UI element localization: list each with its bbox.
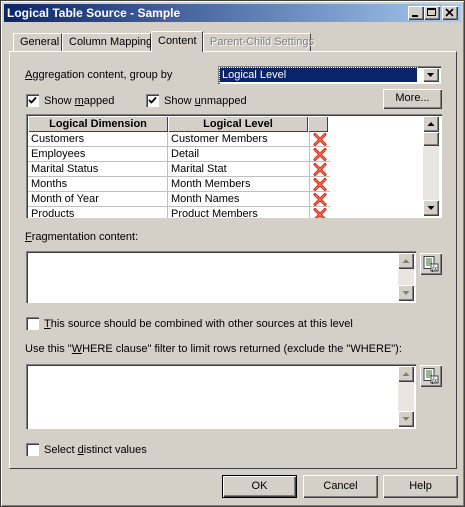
red-x-delete-icon (313, 148, 327, 161)
close-icon (445, 8, 454, 17)
table-row[interactable]: Employees Detail (28, 147, 330, 162)
delete-row-button[interactable] (310, 162, 330, 177)
aggregation-dropdown[interactable]: Logical Level (218, 66, 441, 84)
cancel-button[interactable]: Cancel (303, 475, 378, 498)
scroll-thumb[interactable] (423, 132, 439, 146)
more-button[interactable]: More... (383, 89, 442, 109)
delete-row-button[interactable] (310, 147, 330, 162)
tab-content[interactable]: Content (151, 31, 203, 52)
combine-sources-label: This source should be combined with othe… (44, 318, 353, 330)
cell-logical-level[interactable]: Month Names (168, 192, 310, 207)
arrow-down-icon (402, 417, 410, 421)
scroll-up-button[interactable] (398, 253, 414, 269)
where-clause-label: Use this "WHERE clause" filter to limit … (25, 343, 402, 355)
where-clause-textarea[interactable] (26, 364, 416, 429)
arrow-up-icon (427, 122, 435, 126)
tab-content-label: Content (158, 35, 197, 47)
arrow-up-icon (402, 372, 410, 376)
maximize-button[interactable] (424, 6, 440, 20)
help-button[interactable]: Help (383, 475, 458, 498)
select-distinct-label: Select distinct values (44, 444, 147, 456)
checkmark-icon (28, 96, 37, 104)
fragmentation-scrollbar[interactable] (398, 253, 414, 301)
tab-column-mapping-label: Column Mapping (69, 36, 153, 48)
fragmentation-expression-builder-button[interactable]: fx (420, 253, 442, 275)
level-mapping-grid: Logical Dimension Logical Level Customer… (26, 114, 442, 218)
cell-logical-dimension[interactable]: Marital Status (28, 162, 168, 177)
cell-logical-level[interactable]: Marital Stat (168, 162, 310, 177)
cell-logical-level[interactable]: Detail (168, 147, 310, 162)
show-mapped-checkbox[interactable] (26, 94, 39, 107)
cell-logical-level[interactable]: Product Members (168, 207, 310, 218)
show-unmapped-label: Show unmapped (164, 95, 247, 107)
minimize-icon (412, 15, 418, 17)
delete-row-button[interactable] (310, 132, 330, 147)
cell-logical-dimension[interactable]: Months (28, 177, 168, 192)
scroll-down-button[interactable] (398, 411, 414, 427)
column-header-logical-level[interactable]: Logical Level (168, 116, 308, 132)
combine-sources-checkbox[interactable] (26, 317, 39, 330)
table-row[interactable]: Months Month Members (28, 177, 330, 192)
select-distinct-checkbox[interactable] (26, 443, 39, 456)
arrow-up-icon (402, 259, 410, 263)
column-header-action (308, 116, 328, 132)
table-row[interactable]: Customers Customer Members (28, 132, 330, 147)
cell-logical-dimension[interactable]: Month of Year (28, 192, 168, 207)
where-expression-builder-button[interactable]: fx (420, 365, 442, 387)
fragmentation-label: Fragmentation content: (25, 231, 139, 243)
show-mapped-label: Show mapped (44, 95, 115, 107)
delete-row-button[interactable] (310, 207, 330, 218)
scroll-up-button[interactable] (423, 116, 439, 132)
fragmentation-textarea[interactable] (26, 251, 416, 303)
dialog-window: Logical Table Source - Sample General Co… (0, 0, 465, 507)
where-clause-scrollbar[interactable] (398, 366, 414, 427)
scroll-down-button[interactable] (398, 285, 414, 301)
cell-logical-dimension[interactable]: Products (28, 207, 168, 218)
column-header-logical-dimension[interactable]: Logical Dimension (28, 116, 168, 132)
tab-parent-child-settings: Parent-Child Settings (203, 33, 314, 51)
cell-logical-level[interactable]: Customer Members (168, 132, 310, 147)
red-x-delete-icon (313, 193, 327, 206)
table-row[interactable]: Products Product Members (28, 207, 330, 218)
aggregation-selected-value: Logical Level (219, 67, 418, 83)
svg-text:fx: fx (432, 265, 438, 273)
tab-general-label: General (20, 36, 60, 48)
tab-general[interactable]: General (13, 33, 62, 51)
arrow-down-icon (402, 291, 410, 295)
delete-row-button[interactable] (310, 177, 330, 192)
minimize-button[interactable] (408, 6, 424, 20)
window-title: Logical Table Source - Sample (7, 6, 181, 20)
checkmark-icon (148, 96, 157, 104)
table-row[interactable]: Month of Year Month Names (28, 192, 330, 207)
expression-builder-icon: fx (423, 256, 439, 272)
cell-logical-level[interactable]: Month Members (168, 177, 310, 192)
close-button[interactable] (442, 6, 458, 20)
aggregation-label: Aggregation content, group by (25, 69, 173, 81)
red-x-delete-icon (313, 163, 327, 176)
ok-button[interactable]: OK (222, 475, 297, 498)
chevron-down-icon (427, 73, 434, 77)
scroll-up-button[interactable] (398, 366, 414, 382)
grid-header: Logical Dimension Logical Level (28, 116, 424, 132)
red-x-delete-icon (313, 178, 327, 191)
table-row[interactable]: Marital Status Marital Stat (28, 162, 330, 177)
dropdown-button[interactable] (423, 68, 439, 82)
tab-parent-child-label: Parent-Child Settings (210, 36, 314, 48)
red-x-delete-icon (313, 208, 327, 218)
grid-vertical-scrollbar[interactable] (423, 116, 439, 216)
maximize-icon (427, 8, 436, 16)
delete-row-button[interactable] (310, 192, 330, 207)
svg-text:fx: fx (432, 377, 438, 385)
show-unmapped-checkbox[interactable] (146, 94, 159, 107)
scroll-down-button[interactable] (423, 200, 439, 216)
arrow-down-icon (427, 206, 435, 210)
expression-builder-icon: fx (423, 368, 439, 384)
cell-logical-dimension[interactable]: Employees (28, 147, 168, 162)
tab-column-mapping[interactable]: Column Mapping (62, 33, 153, 51)
title-bar[interactable]: Logical Table Source - Sample (4, 4, 461, 22)
red-x-delete-icon (313, 133, 327, 146)
cell-logical-dimension[interactable]: Customers (28, 132, 168, 147)
